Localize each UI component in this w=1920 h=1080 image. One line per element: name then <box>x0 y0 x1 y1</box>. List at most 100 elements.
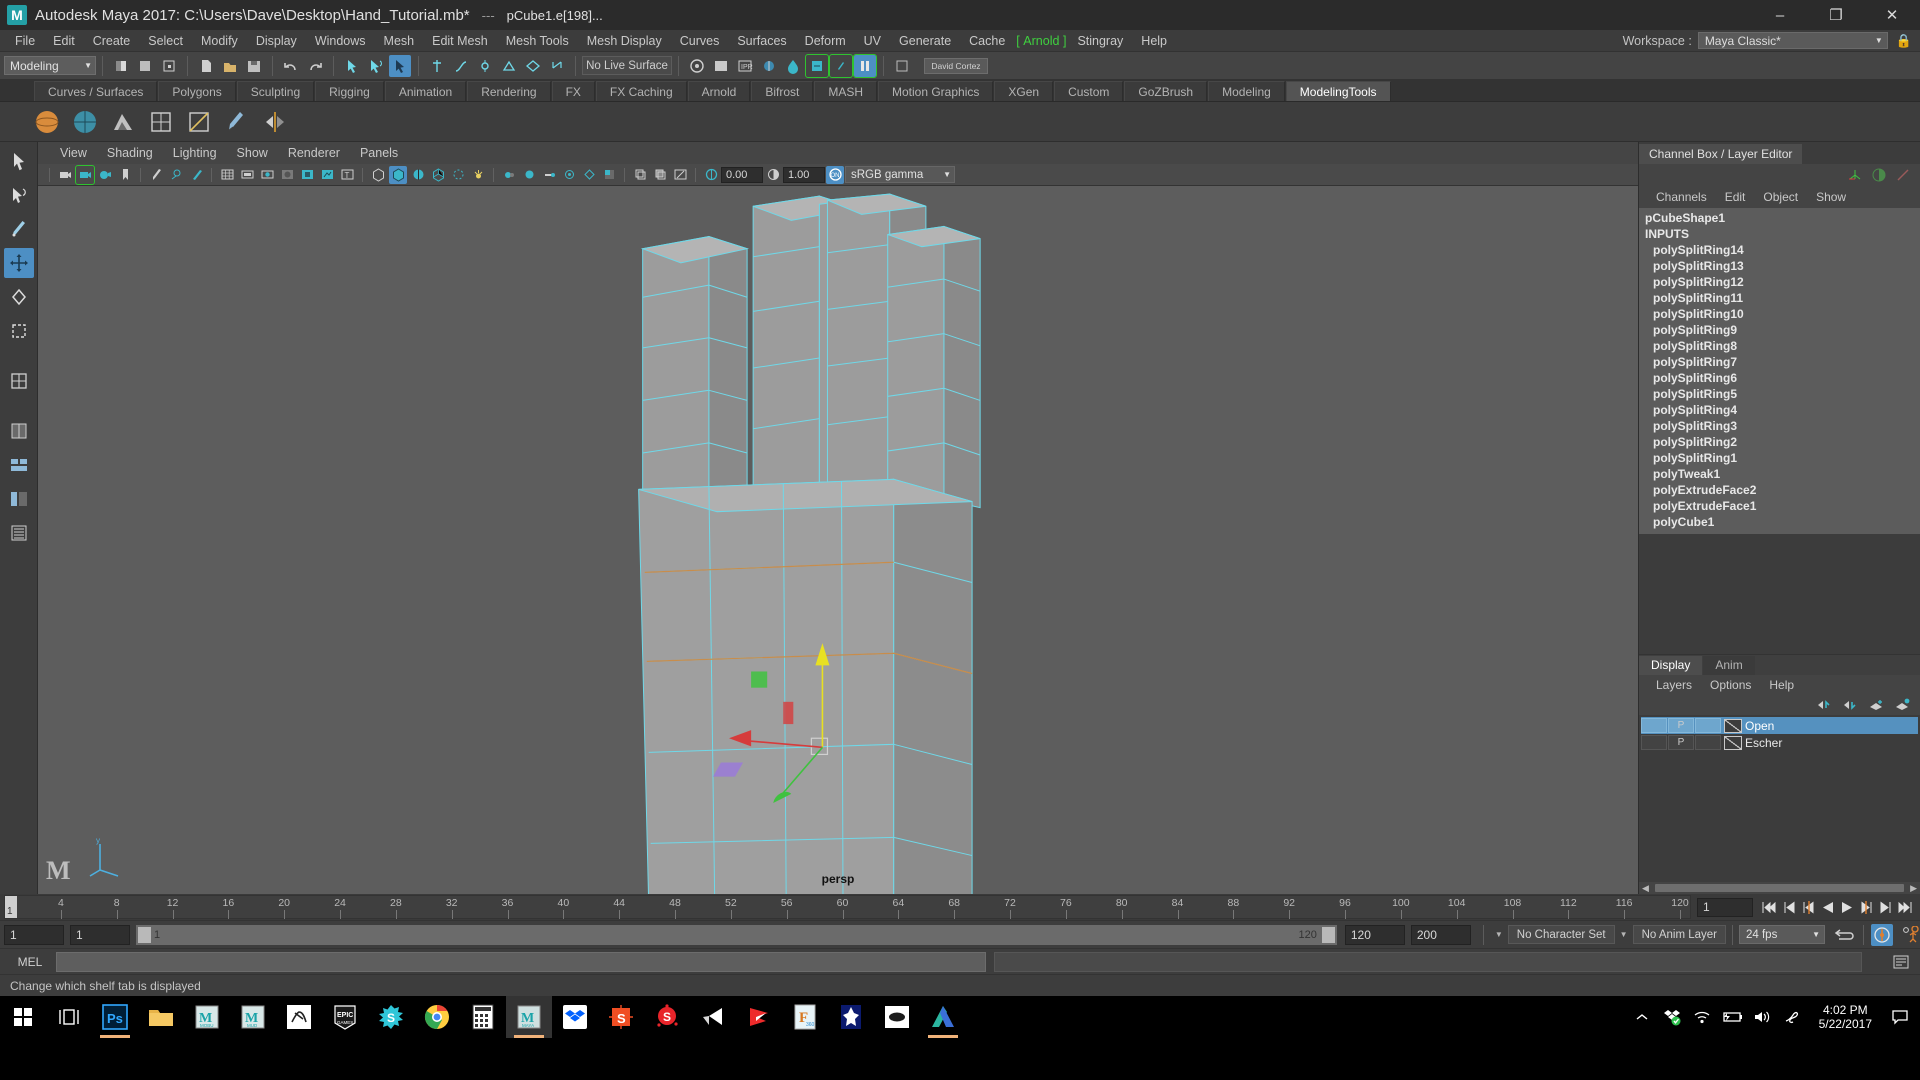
minimize-button[interactable]: – <box>1752 0 1808 30</box>
layer-name[interactable]: Escher <box>1745 736 1782 750</box>
channel-menu-channels[interactable]: Channels <box>1647 190 1716 204</box>
channel-input-item[interactable]: polySplitRing8 <box>1639 338 1920 354</box>
ipr-render-icon[interactable] <box>710 55 732 77</box>
shelf-tab-arnold[interactable]: Arnold <box>687 81 751 101</box>
step-forward-frame-icon[interactable] <box>1859 900 1873 915</box>
channel-box-icon[interactable] <box>1894 167 1912 183</box>
menu-display[interactable]: Display <box>247 30 306 52</box>
hypershade-persp-layout-icon[interactable] <box>4 518 34 548</box>
select-by-component-icon[interactable] <box>158 55 180 77</box>
dropbox-icon[interactable] <box>552 996 598 1038</box>
tool-settings-icon[interactable] <box>891 55 913 77</box>
time-cursor[interactable]: 1 <box>5 896 17 918</box>
file-explorer-icon[interactable] <box>138 996 184 1038</box>
scale-tool-icon[interactable] <box>4 316 34 346</box>
snap-point-icon[interactable] <box>474 55 496 77</box>
layer-name[interactable]: Open <box>1745 719 1774 733</box>
multi-cut-icon[interactable] <box>182 105 216 139</box>
menu-arnold[interactable]: Arnold <box>1014 30 1068 52</box>
menu-create[interactable]: Create <box>84 30 140 52</box>
new-layer-icon[interactable] <box>1868 698 1884 712</box>
range-end-field[interactable]: 120 <box>1344 924 1405 945</box>
range-slider-track[interactable]: 1 120 <box>136 924 1337 945</box>
tab-display-layers[interactable]: Display <box>1639 656 1703 675</box>
autodesk-icon[interactable] <box>920 996 966 1038</box>
channel-input-item[interactable]: polyCube1 <box>1639 514 1920 530</box>
select-tool-icon[interactable] <box>341 55 363 77</box>
wireframe-icon[interactable] <box>369 166 387 184</box>
layer-row[interactable]: P Escher <box>1641 734 1918 751</box>
scrollbar-thumb[interactable] <box>1654 884 1905 892</box>
speaker-icon[interactable] <box>1747 996 1777 1038</box>
lighting-icon[interactable] <box>449 166 467 184</box>
layer-color-swatch[interactable] <box>1724 718 1742 733</box>
pen-tray-icon[interactable] <box>1777 996 1807 1038</box>
snap-uv-icon[interactable] <box>546 55 568 77</box>
oculus-icon[interactable] <box>874 996 920 1038</box>
character-set-dropdown[interactable]: No Character Set <box>1507 925 1615 944</box>
menu-mesh-tools[interactable]: Mesh Tools <box>497 30 578 52</box>
chevron-down-icon[interactable]: ▼ <box>1495 930 1503 939</box>
channel-input-item[interactable]: polySplitRing7 <box>1639 354 1920 370</box>
shelf-tab-rigging[interactable]: Rigging <box>315 81 384 101</box>
move-layer-up-icon[interactable] <box>1816 698 1832 712</box>
lasso-select-tool-icon[interactable] <box>4 180 34 210</box>
lock-camera-icon[interactable] <box>75 164 95 185</box>
resolution-gate-icon[interactable] <box>258 166 276 184</box>
layer-state-toggle[interactable] <box>1695 718 1721 733</box>
range-end-handle[interactable] <box>1321 926 1335 943</box>
select-by-hierarchy-icon[interactable] <box>110 55 132 77</box>
image-plane-icon[interactable] <box>147 166 165 184</box>
motion-blur-icon[interactable] <box>540 166 558 184</box>
current-frame-field[interactable]: 1 <box>1697 897 1753 917</box>
safe-action-icon[interactable] <box>318 166 336 184</box>
panel-menu-panels[interactable]: Panels <box>350 146 408 160</box>
channel-input-item[interactable]: polySplitRing5 <box>1639 386 1920 402</box>
play-forwards-icon[interactable] <box>1840 900 1854 915</box>
user-account-tag[interactable]: David Cortez <box>924 57 988 74</box>
channel-input-item[interactable]: polyExtrudeFace2 <box>1639 482 1920 498</box>
shelf-tab-xgen[interactable]: XGen <box>994 81 1054 101</box>
channel-input-item[interactable]: polySplitRing1 <box>1639 450 1920 466</box>
panel-menu-shading[interactable]: Shading <box>97 146 163 160</box>
channel-menu-show[interactable]: Show <box>1807 190 1855 204</box>
channel-input-item[interactable]: polySplitRing2 <box>1639 434 1920 450</box>
multisample-icon[interactable] <box>560 166 578 184</box>
chevron-up-icon[interactable] <box>1627 996 1657 1038</box>
channel-menu-edit[interactable]: Edit <box>1716 190 1755 204</box>
lasso-tool-icon[interactable] <box>365 55 387 77</box>
maximize-button[interactable]: ❐ <box>1808 0 1864 30</box>
go-to-end-icon[interactable] <box>1897 900 1914 915</box>
go-to-start-icon[interactable] <box>1761 900 1778 915</box>
scroll-left-icon[interactable]: ◀ <box>1642 883 1649 894</box>
2d-pan-zoom-icon[interactable] <box>187 166 205 184</box>
attribute-editor-icon[interactable] <box>1870 167 1888 183</box>
chevron-down-icon[interactable]: ▼ <box>1620 930 1628 939</box>
shelf-tab-modeling[interactable]: Modeling <box>1208 81 1285 101</box>
auto-keyframe-icon[interactable] <box>1871 923 1893 946</box>
single-pane-layout-icon[interactable] <box>4 366 34 396</box>
menu-stingray[interactable]: Stingray <box>1068 30 1132 52</box>
shelf-tab-animation[interactable]: Animation <box>384 81 467 101</box>
menu-deform[interactable]: Deform <box>796 30 855 52</box>
shelf-tab-rendering[interactable]: Rendering <box>467 81 551 101</box>
menuset-dropdown[interactable]: Modeling ▼ <box>4 56 96 75</box>
menu-windows[interactable]: Windows <box>306 30 375 52</box>
quad-draw-icon[interactable] <box>144 105 178 139</box>
channel-input-item[interactable]: polySplitRing9 <box>1639 322 1920 338</box>
xray-icon[interactable] <box>600 166 618 184</box>
shelf-tab-fx[interactable]: FX <box>551 81 595 101</box>
layer-visibility-toggle[interactable] <box>1641 718 1667 733</box>
channel-input-item[interactable]: polySplitRing12 <box>1639 274 1920 290</box>
new-scene-icon[interactable] <box>195 55 217 77</box>
menu-cache[interactable]: Cache <box>960 30 1014 52</box>
shadows-icon[interactable] <box>469 166 487 184</box>
step-back-key-icon[interactable] <box>1783 900 1797 915</box>
calculator-icon[interactable] <box>460 996 506 1038</box>
loop-playback-icon[interactable] <box>1833 927 1857 943</box>
channel-input-item[interactable]: polySplitRing6 <box>1639 370 1920 386</box>
exposure-field[interactable]: 0.00 <box>721 166 763 183</box>
layer-menu-help[interactable]: Help <box>1760 678 1803 692</box>
layer-playback-toggle[interactable]: P <box>1668 735 1694 750</box>
anim-start-field[interactable]: 1 <box>4 924 64 945</box>
